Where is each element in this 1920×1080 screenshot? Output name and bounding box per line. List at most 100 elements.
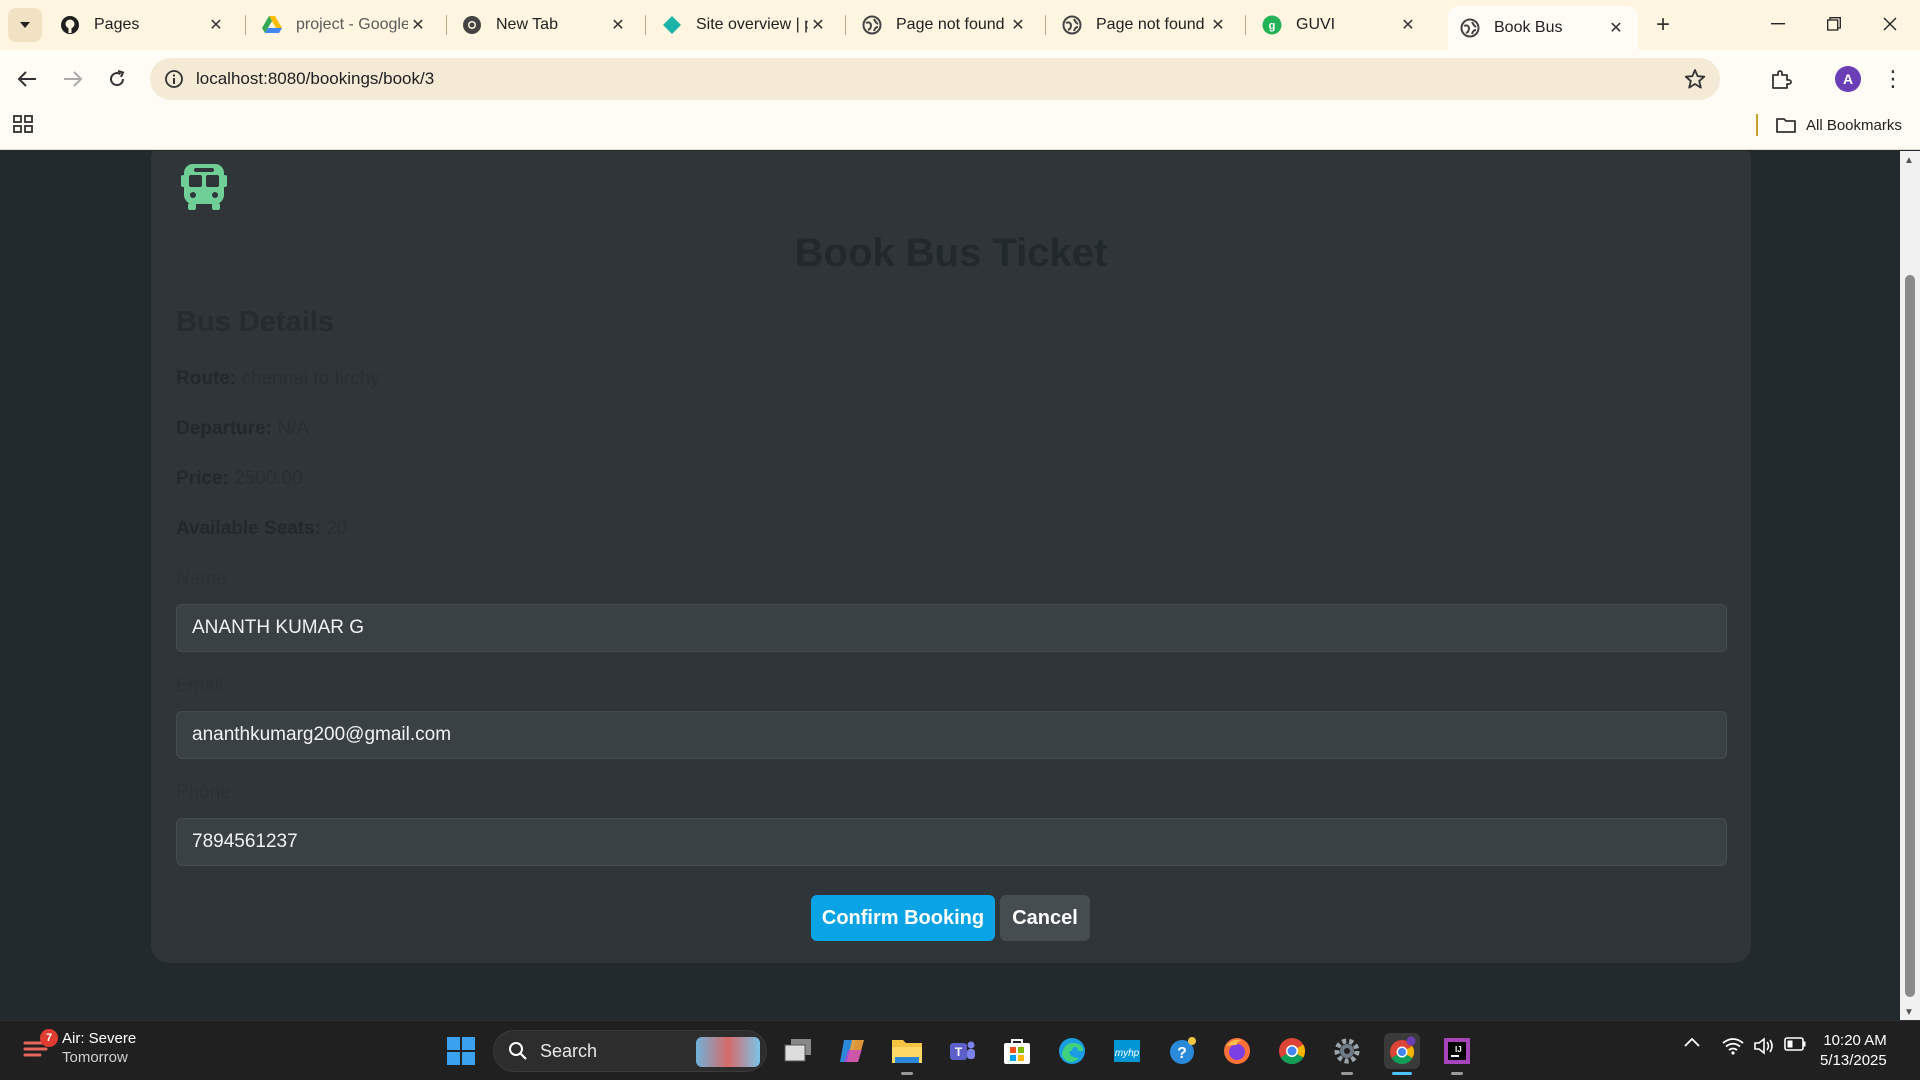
close-icon[interactable]: ✕ (1606, 18, 1626, 38)
tab-separator (1045, 15, 1046, 35)
close-icon[interactable]: ✕ (206, 15, 226, 35)
start-button[interactable] (443, 1033, 479, 1069)
available-seats-value: 20 (326, 518, 348, 539)
profile-avatar[interactable]: A (1835, 66, 1861, 92)
tab-separator (1245, 15, 1246, 35)
apps-grid-button[interactable] (12, 113, 36, 137)
tab-site-overview[interactable]: Site overview | p ✕ (650, 6, 840, 44)
tab-title: Book Bus (1494, 19, 1563, 36)
page-title: Book Bus Ticket (794, 231, 1108, 275)
system-clock[interactable]: 10:20 AM 5/13/2025 (1820, 1031, 1887, 1071)
file-explorer-app[interactable] (889, 1033, 925, 1075)
plus-icon: + (1655, 11, 1670, 38)
tab-title: Site overview | p (696, 16, 808, 33)
tab-page-not-found-2[interactable]: Page not found ✕ (1050, 6, 1240, 44)
weather-widget[interactable]: 7 Air: Severe Tomorrow (22, 1029, 136, 1067)
email-label: Email (176, 675, 224, 696)
reload-button[interactable] (100, 62, 134, 96)
tab-title: Page not found (896, 16, 1005, 33)
teams-app[interactable]: T (944, 1033, 980, 1069)
page-viewport: Book Bus Ticket Bus Details Route: chenn… (0, 151, 1900, 1020)
forward-button[interactable] (56, 62, 90, 96)
globe-icon (862, 15, 882, 35)
firefox-app[interactable] (1219, 1033, 1255, 1069)
clock-time: 10:20 AM (1823, 1032, 1887, 1049)
chrome-app[interactable] (1274, 1033, 1310, 1069)
restore-icon (1827, 17, 1841, 31)
minimize-icon (1771, 23, 1785, 25)
close-window-button[interactable] (1862, 0, 1918, 48)
all-bookmarks-label: All Bookmarks (1806, 116, 1902, 134)
chrome-profile-app[interactable] (1384, 1033, 1420, 1075)
close-icon[interactable]: ✕ (808, 15, 828, 35)
windows-icon (447, 1037, 475, 1065)
search-highlight-image (696, 1037, 760, 1067)
all-bookmarks-button[interactable]: All Bookmarks (1776, 114, 1902, 136)
close-icon[interactable]: ✕ (1398, 15, 1418, 35)
support-app[interactable]: ? (1164, 1033, 1200, 1069)
taskbar-search[interactable]: Search (493, 1030, 767, 1072)
url-text[interactable]: localhost:8080/bookings/book/3 (196, 69, 434, 89)
reload-icon (110, 70, 125, 87)
tab-separator (645, 15, 646, 35)
weather-title: Air: Severe (62, 1030, 137, 1047)
cancel-button[interactable]: Cancel (1000, 895, 1090, 941)
tab-separator (446, 15, 447, 35)
kebab-menu-icon: ⋮ (1882, 66, 1904, 91)
bus-icon (181, 164, 227, 210)
scroll-down-arrow-icon[interactable]: ▼ (1904, 1007, 1914, 1018)
close-icon[interactable]: ✕ (408, 15, 428, 35)
menu-button[interactable]: ⋮ (1880, 64, 1906, 94)
site-info-icon[interactable] (162, 67, 186, 91)
show-hidden-icons-button[interactable] (1684, 1037, 1700, 1047)
tab-project-google[interactable]: project - Google ✕ (250, 6, 440, 44)
page-scrollbar[interactable]: ▲ ▼ (1900, 151, 1920, 1020)
confirm-booking-button[interactable]: Confirm Booking (811, 895, 995, 941)
tab-separator (245, 15, 246, 35)
minimize-button[interactable] (1750, 0, 1806, 48)
new-tab-button[interactable]: + (1648, 10, 1678, 40)
tab-new-tab[interactable]: New Tab ✕ (450, 6, 640, 44)
close-icon[interactable]: ✕ (608, 15, 628, 35)
tab-search-button[interactable] (8, 8, 42, 42)
wifi-status[interactable] (1722, 1037, 1744, 1055)
myhp-icon: myhp (1114, 1040, 1140, 1062)
battery-status[interactable] (1784, 1037, 1806, 1051)
phone-input[interactable]: 7894561237 (176, 818, 1727, 866)
extensions-button[interactable] (1766, 64, 1796, 94)
microsoft-store-app[interactable] (999, 1033, 1035, 1069)
bookmark-star-icon[interactable] (1682, 66, 1708, 92)
scroll-up-arrow-icon[interactable]: ▲ (1904, 155, 1914, 166)
netlify-icon (662, 15, 682, 35)
google-drive-icon (262, 15, 282, 35)
tab-guvi[interactable]: g GUVI ✕ (1250, 6, 1430, 44)
back-button[interactable] (10, 62, 44, 96)
intellij-app[interactable]: IJ (1439, 1033, 1475, 1075)
settings-app[interactable] (1329, 1033, 1365, 1075)
departure-detail: Departure: N/A (176, 418, 309, 440)
close-icon[interactable]: ✕ (1008, 15, 1028, 35)
active-indicator (1392, 1072, 1412, 1075)
grid-icon (13, 115, 33, 133)
guvi-icon: g (1262, 15, 1282, 35)
address-bar[interactable]: localhost:8080/bookings/book/3 (150, 58, 1720, 100)
tab-book-bus[interactable]: Book Bus ✕ (1448, 6, 1638, 50)
myhp-app[interactable]: myhp (1109, 1033, 1145, 1069)
taskbar: 7 Air: Severe Tomorrow Search T myhp ? I… (0, 1020, 1920, 1080)
svg-text:IJ: IJ (1455, 1045, 1462, 1054)
tab-page-not-found-1[interactable]: Page not found ✕ (850, 6, 1040, 44)
edge-app[interactable] (1054, 1033, 1090, 1069)
tab-pages[interactable]: Pages ✕ (48, 6, 238, 44)
close-icon[interactable]: ✕ (1208, 15, 1228, 35)
task-view-button[interactable] (780, 1033, 816, 1069)
scrollbar-thumb[interactable] (1905, 275, 1915, 997)
volume-status[interactable] (1753, 1037, 1775, 1055)
name-input[interactable]: ANANTH KUMAR G (176, 604, 1727, 652)
email-input[interactable]: ananthkumarg200@gmail.com (176, 711, 1727, 759)
air-quality-icon: 7 (22, 1029, 58, 1063)
tab-title: GUVI (1296, 16, 1336, 33)
restore-button[interactable] (1806, 0, 1862, 48)
folder-icon (1776, 117, 1796, 133)
globe-icon (1062, 15, 1082, 35)
copilot-app[interactable] (835, 1033, 871, 1069)
